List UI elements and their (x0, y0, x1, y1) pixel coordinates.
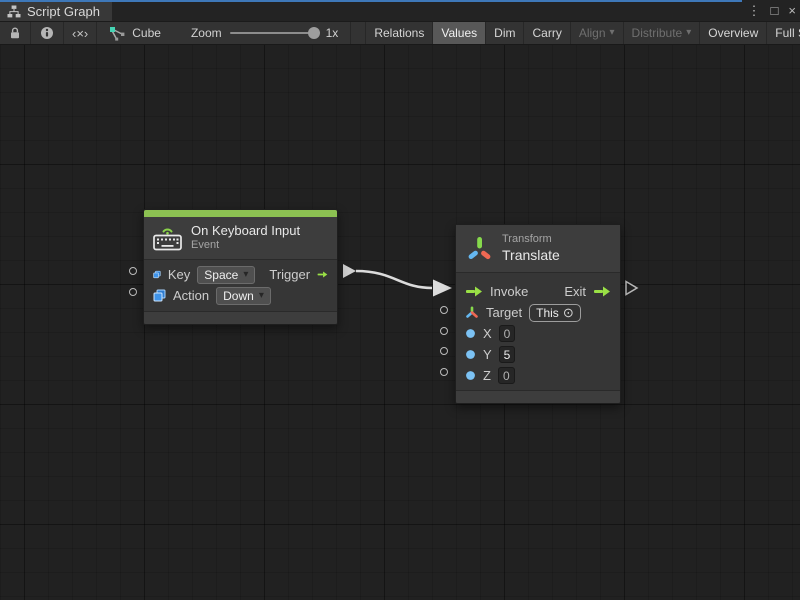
chevron-down-icon: ▾ (610, 28, 615, 38)
target-input-port[interactable] (440, 306, 448, 314)
graph-target[interactable]: Cube (97, 22, 173, 44)
wire-layer (0, 45, 800, 600)
info-button[interactable] (31, 22, 64, 44)
close-icon[interactable]: × (788, 0, 796, 21)
z-row: Z 0 (456, 365, 620, 386)
x-input-port[interactable] (440, 327, 448, 335)
z-input-port[interactable] (440, 368, 448, 376)
transform-node-category: Transform (502, 233, 560, 247)
flow-arrow-icon (465, 286, 483, 297)
flow-arrow-icon (593, 286, 611, 297)
graph-canvas[interactable]: On Keyboard Input Event Key Space ▾ (0, 45, 800, 600)
toolbar-button-fullscreen[interactable]: Full Screen (766, 22, 800, 44)
chevron-down-icon: ▾ (243, 270, 248, 280)
keyboard-icon (153, 225, 182, 251)
tab-title: Script Graph (27, 4, 100, 19)
graph-toolbar: ‹×› Cube Zoom 1x Relations Values Dim Ca… (0, 21, 800, 45)
transform-node-header: Transform Translate (456, 225, 620, 273)
x-label: X (483, 326, 492, 341)
lock-button[interactable] (0, 22, 31, 44)
zoom-value: 1x (326, 26, 339, 40)
tab-script-graph[interactable]: Script Graph (0, 0, 112, 21)
zoom-label: Zoom (191, 26, 222, 40)
chevron-down-icon: ▾ (259, 291, 264, 301)
x-value-field[interactable]: 0 (499, 325, 516, 342)
toolbar-button-values[interactable]: Values (432, 22, 485, 44)
y-row: Y 5 (456, 344, 620, 365)
flow-arrow-icon (317, 269, 328, 280)
toolbar-button-overview[interactable]: Overview (699, 22, 766, 44)
y-value-field[interactable]: 5 (499, 346, 516, 363)
graph-pointer-icon (109, 26, 126, 41)
target-row: Target This ⊙ (456, 302, 620, 323)
exit-label: Exit (564, 284, 586, 299)
event-accent-bar (144, 210, 337, 217)
event-node-subtitle: Event (191, 239, 300, 253)
z-value-field[interactable]: 0 (498, 367, 515, 384)
invoke-label: Invoke (490, 284, 528, 299)
code-icon: ‹×› (72, 26, 88, 41)
trigger-output-port[interactable] (343, 264, 356, 278)
transform-icon (466, 235, 493, 262)
graph-target-label: Cube (132, 26, 161, 40)
action-input-port[interactable] (129, 288, 137, 296)
transform-node-title: Translate (502, 247, 560, 265)
float-port-icon (465, 370, 476, 381)
action-row: Action Down ▾ (144, 285, 337, 306)
x-row: X 0 (456, 323, 620, 344)
event-node-footer (144, 311, 337, 324)
enum-literal-icon (153, 268, 161, 281)
key-input-port[interactable] (129, 267, 137, 275)
float-port-icon (465, 328, 476, 339)
node-on-keyboard-input[interactable]: On Keyboard Input Event Key Space ▾ (143, 209, 338, 325)
toolbar-button-distribute[interactable]: Distribute▾ (623, 22, 700, 44)
event-node-header: On Keyboard Input Event (144, 217, 337, 260)
z-label: Z (483, 368, 491, 383)
toolbar-button-align[interactable]: Align▾ (570, 22, 623, 44)
invoke-row: Invoke Exit (456, 281, 620, 302)
window-menu-icon[interactable]: ⋮ (748, 0, 761, 21)
float-port-icon (465, 349, 476, 360)
zoom-slider-handle[interactable] (308, 27, 320, 39)
trigger-label: Trigger (269, 267, 310, 282)
toolbar-button-carry[interactable]: Carry (523, 22, 569, 44)
target-label: Target (486, 305, 522, 320)
node-transform-translate[interactable]: Transform Translate Invoke Exit (455, 224, 621, 404)
chevron-down-icon: ▾ (686, 28, 691, 38)
action-label: Action (173, 288, 209, 303)
script-graph-window: Script Graph ⋮ □ × ‹×› (0, 0, 800, 600)
preview-code-button[interactable]: ‹×› (64, 22, 97, 44)
toolbar-button-dim[interactable]: Dim (485, 22, 523, 44)
object-picker-icon: ⊙ (563, 306, 574, 319)
key-label: Key (168, 267, 190, 282)
exit-output-port[interactable] (626, 282, 637, 295)
event-node-title: On Keyboard Input (191, 223, 300, 239)
key-row: Key Space ▾ Trigger (144, 264, 337, 285)
zoom-control: Zoom 1x (173, 22, 351, 44)
connection-wire[interactable] (356, 271, 432, 288)
y-input-port[interactable] (440, 347, 448, 355)
invoke-input-port[interactable] (433, 280, 452, 297)
lock-icon (9, 26, 21, 40)
toolbar-button-relations[interactable]: Relations (365, 22, 432, 44)
focused-tab-indicator (0, 0, 742, 2)
transform-mini-icon (465, 306, 479, 319)
info-icon (40, 26, 54, 40)
key-dropdown[interactable]: Space ▾ (197, 266, 255, 284)
script-graph-icon (7, 5, 21, 18)
y-label: Y (483, 347, 492, 362)
enum-literal-icon (153, 289, 166, 302)
action-dropdown[interactable]: Down ▾ (216, 287, 271, 305)
target-object-field[interactable]: This ⊙ (529, 304, 581, 322)
maximize-icon[interactable]: □ (771, 0, 779, 21)
transform-node-footer (456, 390, 620, 403)
zoom-slider[interactable] (230, 32, 318, 34)
title-bar: Script Graph ⋮ □ × (0, 0, 800, 21)
